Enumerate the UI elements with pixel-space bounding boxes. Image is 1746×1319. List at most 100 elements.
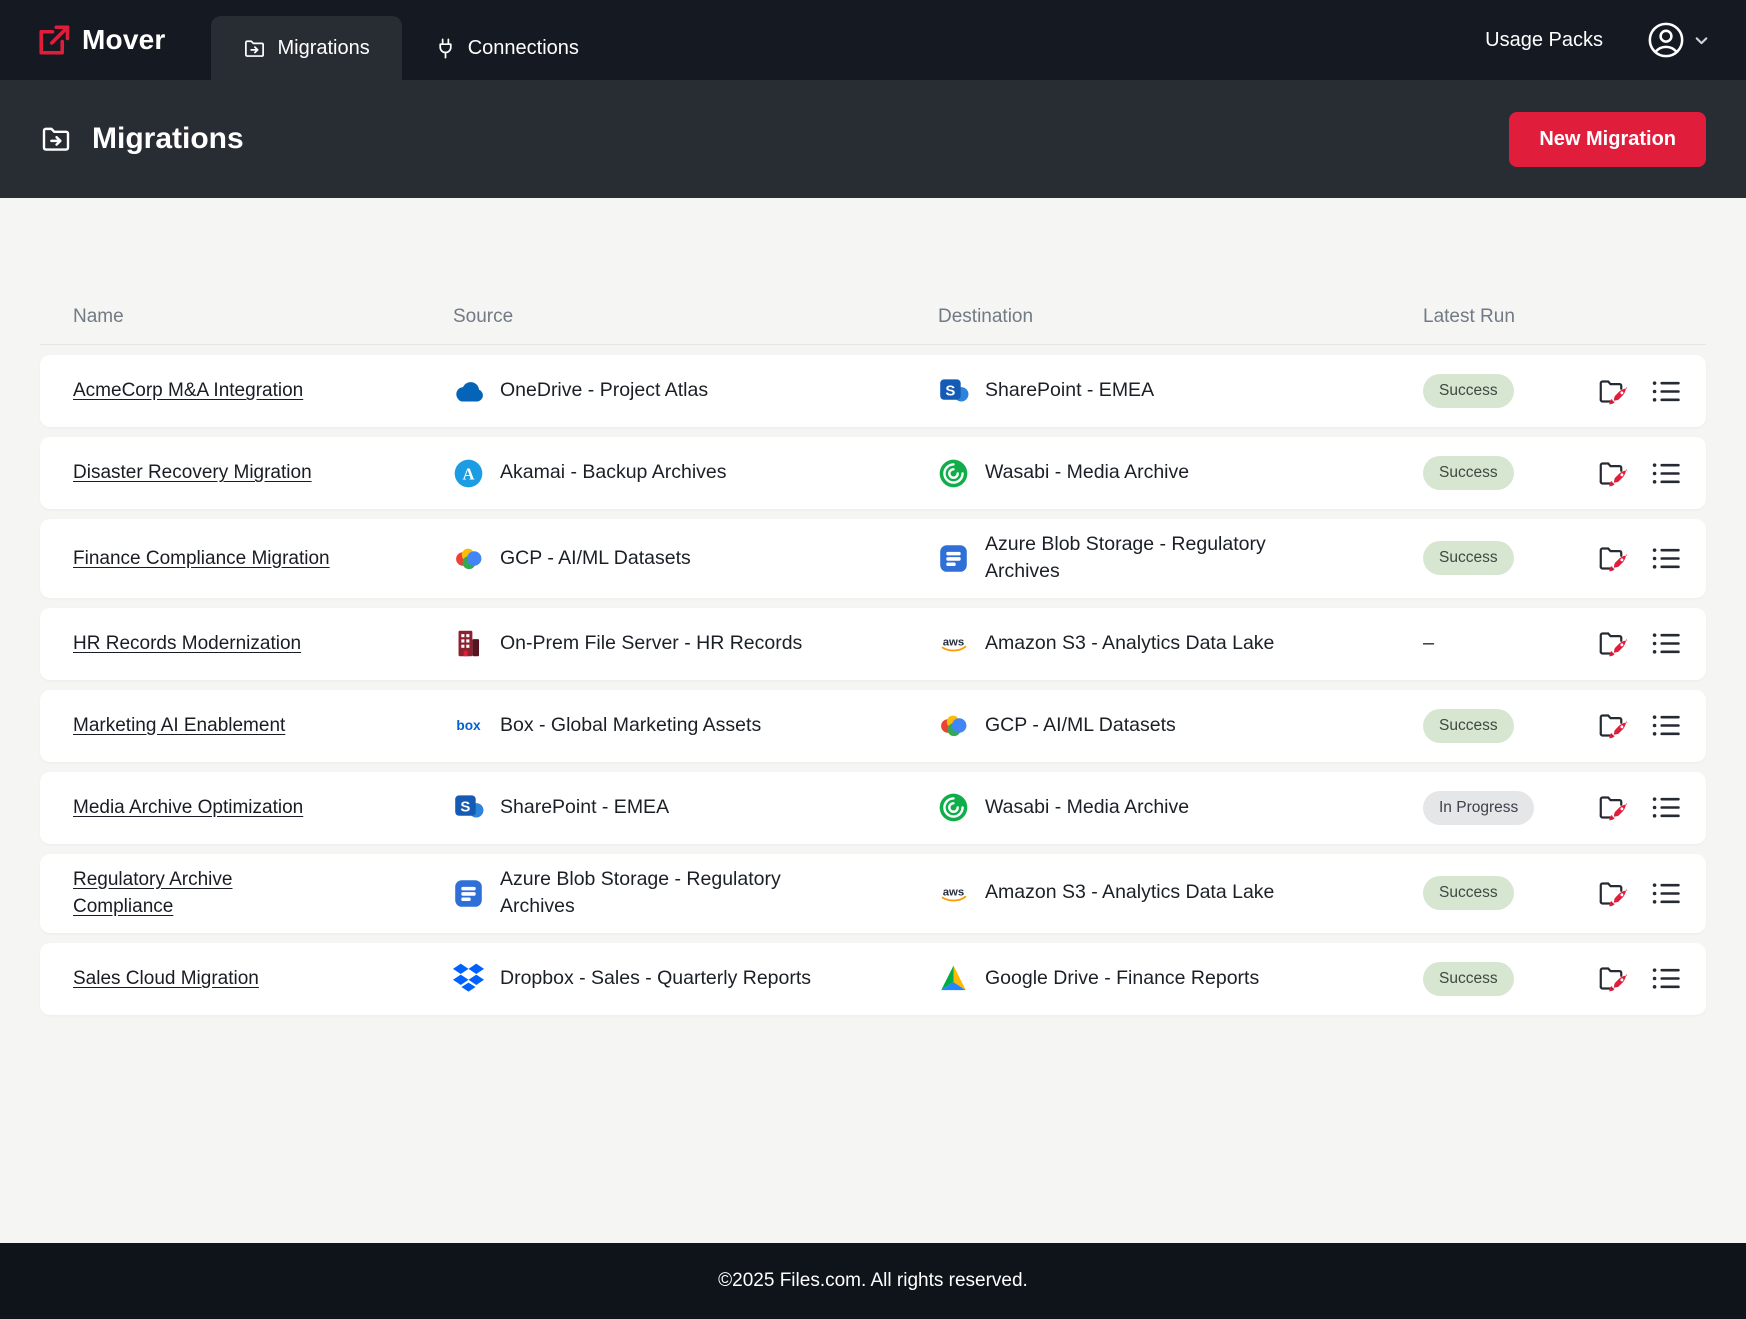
gdrive-icon <box>938 963 969 994</box>
migration-row: HR Records ModernizationOn-Prem File Ser… <box>40 608 1706 680</box>
migration-name-link[interactable]: Sales Cloud Migration <box>73 965 259 993</box>
status-badge: Success <box>1423 962 1514 996</box>
logs-button[interactable] <box>1651 711 1682 740</box>
table-header: Name Source Destination Latest Run <box>40 306 1706 345</box>
logs-button[interactable] <box>1651 544 1682 573</box>
destination-cell: Google Drive - Finance Reports <box>938 963 1423 994</box>
latest-run-cell: Success <box>1423 541 1598 575</box>
logs-icon <box>1651 793 1682 822</box>
brand-name: Mover <box>82 24 165 56</box>
name-cell: Regulatory Archive Compliance <box>73 866 453 921</box>
logs-button[interactable] <box>1651 629 1682 658</box>
run-migration-icon <box>1598 629 1629 658</box>
run-migration-icon <box>1598 377 1629 406</box>
source-label: Box - Global Marketing Assets <box>500 712 761 739</box>
folder-migration-icon <box>40 123 72 155</box>
run-migration-button[interactable] <box>1598 793 1629 822</box>
logs-icon <box>1651 964 1682 993</box>
logs-button[interactable] <box>1651 879 1682 908</box>
migration-row: Disaster Recovery Migration A Akamai - Bac… <box>40 437 1706 509</box>
migration-name-link[interactable]: Marketing AI Enablement <box>73 712 285 740</box>
status-badge: Success <box>1423 456 1514 490</box>
source-label: Azure Blob Storage - Regulatory Archives <box>500 866 845 921</box>
destination-label: Azure Blob Storage - Regulatory Archives <box>985 531 1330 586</box>
status-badge: In Progress <box>1423 791 1534 825</box>
run-migration-icon <box>1598 879 1629 908</box>
column-header-name: Name <box>73 306 453 328</box>
akamai-icon: A <box>453 458 484 489</box>
status-badge: Success <box>1423 374 1514 408</box>
logs-icon <box>1651 879 1682 908</box>
run-migration-button[interactable] <box>1598 964 1629 993</box>
run-migration-button[interactable] <box>1598 629 1629 658</box>
source-label: Akamai - Backup Archives <box>500 459 727 486</box>
svg-text:S: S <box>945 382 955 399</box>
source-label: SharePoint - EMEA <box>500 794 669 821</box>
onedrive-icon <box>453 376 484 407</box>
run-migration-button[interactable] <box>1598 711 1629 740</box>
svg-text:box: box <box>456 718 481 733</box>
logs-button[interactable] <box>1651 964 1682 993</box>
logs-button[interactable] <box>1651 793 1682 822</box>
source-cell: S SharePoint - EMEA <box>453 792 938 823</box>
run-migration-button[interactable] <box>1598 377 1629 406</box>
tab-label: Migrations <box>277 37 369 60</box>
run-migration-button[interactable] <box>1598 544 1629 573</box>
destination-cell: awsAmazon S3 - Analytics Data Lake <box>938 878 1423 909</box>
destination-label: Google Drive - Finance Reports <box>985 965 1259 992</box>
destination-cell: GCP - AI/ML Datasets <box>938 710 1423 741</box>
source-cell: Azure Blob Storage - Regulatory Archives <box>453 866 938 921</box>
name-cell: Media Archive Optimization <box>73 794 453 822</box>
run-migration-button[interactable] <box>1598 879 1629 908</box>
row-actions <box>1598 964 1682 993</box>
migration-row: Marketing AI Enablement box Box - Global M… <box>40 690 1706 762</box>
destination-label: Amazon S3 - Analytics Data Lake <box>985 879 1274 906</box>
destination-label: Wasabi - Media Archive <box>985 794 1189 821</box>
destination-label: Wasabi - Media Archive <box>985 459 1189 486</box>
usage-packs-link[interactable]: Usage Packs <box>1485 29 1603 52</box>
destination-cell: Wasabi - Media Archive <box>938 458 1423 489</box>
aws-icon: aws <box>938 628 969 659</box>
source-cell: box Box - Global Marketing Assets <box>453 710 938 741</box>
logs-icon <box>1651 544 1682 573</box>
latest-run-cell: Success <box>1423 709 1598 743</box>
svg-text:A: A <box>463 464 475 483</box>
brand[interactable]: Mover <box>36 22 165 58</box>
migrations-list: Name Source Destination Latest Run AcmeC… <box>0 198 1746 1243</box>
run-migration-button[interactable] <box>1598 459 1629 488</box>
migration-name-link[interactable]: Finance Compliance Migration <box>73 545 330 573</box>
status-badge: Success <box>1423 876 1514 910</box>
logs-button[interactable] <box>1651 459 1682 488</box>
migrations-table-body: AcmeCorp M&A Integration OneDrive - Proje… <box>40 355 1706 1015</box>
logs-button[interactable] <box>1651 377 1682 406</box>
wasabi-icon <box>938 792 969 823</box>
tab-connections[interactable]: Connections <box>402 16 611 80</box>
source-label: OneDrive - Project Atlas <box>500 377 708 404</box>
run-migration-icon <box>1598 459 1629 488</box>
logs-icon <box>1651 377 1682 406</box>
logs-icon <box>1651 629 1682 658</box>
migration-name-link[interactable]: Media Archive Optimization <box>73 794 303 822</box>
azure-blob-icon <box>453 878 484 909</box>
migration-name-link[interactable]: Disaster Recovery Migration <box>73 459 312 487</box>
status-badge: Success <box>1423 541 1514 575</box>
tab-migrations[interactable]: Migrations <box>211 16 401 80</box>
status-badge: Success <box>1423 709 1514 743</box>
page-title: Migrations <box>92 122 244 156</box>
user-avatar-icon <box>1647 21 1685 59</box>
new-migration-button[interactable]: New Migration <box>1509 112 1706 167</box>
destination-label: SharePoint - EMEA <box>985 377 1154 404</box>
migration-row: AcmeCorp M&A Integration OneDrive - Proje… <box>40 355 1706 427</box>
name-cell: Disaster Recovery Migration <box>73 459 453 487</box>
column-header-destination: Destination <box>938 306 1423 328</box>
name-cell: AcmeCorp M&A Integration <box>73 377 453 405</box>
svg-text:S: S <box>460 799 470 816</box>
latest-run-cell: Success <box>1423 962 1598 996</box>
migration-name-link[interactable]: HR Records Modernization <box>73 630 301 658</box>
migration-name-link[interactable]: AcmeCorp M&A Integration <box>73 377 303 405</box>
name-cell: HR Records Modernization <box>73 630 453 658</box>
migration-name-link[interactable]: Regulatory Archive Compliance <box>73 866 335 921</box>
svg-text:aws: aws <box>943 636 965 648</box>
account-menu[interactable] <box>1647 21 1710 59</box>
latest-run-cell: Success <box>1423 456 1598 490</box>
